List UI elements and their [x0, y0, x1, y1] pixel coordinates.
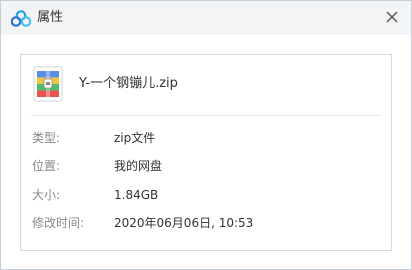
close-icon[interactable]: [382, 7, 402, 27]
property-label: 大小:: [32, 188, 61, 202]
divider: [31, 115, 381, 116]
property-row-location: 位置: 我的网盘: [32, 158, 382, 174]
zip-archive-icon: [33, 66, 63, 102]
property-row-modified: 修改时间: 2020年06月06日, 10:53: [32, 215, 382, 231]
title-bar[interactable]: 属性: [1, 1, 411, 35]
property-value: 我的网盘: [114, 159, 163, 173]
property-value: 1.84GB: [114, 188, 159, 202]
dialog-title: 属性: [37, 10, 64, 25]
property-row-size: 大小: 1.84GB: [32, 187, 382, 203]
property-value: 2020年06月06日, 10:53: [114, 216, 254, 230]
properties-dialog: 属性 Y-一个钢镚儿.zip 类型: zip文件 位置: 我的网盘 大小: 1.…: [0, 0, 412, 270]
property-label: 类型:: [32, 131, 61, 145]
file-info-panel: Y-一个钢镚儿.zip 类型: zip文件 位置: 我的网盘 大小: 1.84G…: [20, 54, 392, 251]
property-label: 修改时间:: [32, 216, 85, 230]
property-value: zip文件: [114, 131, 156, 145]
file-name: Y-一个钢镚儿.zip: [79, 76, 178, 91]
property-label: 位置:: [32, 159, 61, 173]
property-row-type: 类型: zip文件: [32, 130, 382, 146]
cloud-icon: [11, 10, 31, 27]
